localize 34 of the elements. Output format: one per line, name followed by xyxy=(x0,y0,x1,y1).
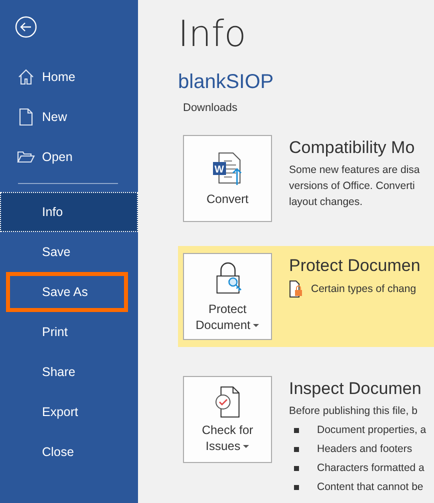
bullet-icon xyxy=(294,428,299,433)
document-icon xyxy=(17,108,35,126)
back-icon[interactable] xyxy=(15,16,37,38)
bullet-icon xyxy=(294,485,299,490)
nav-item[interactable]: Home xyxy=(0,57,138,97)
bullet-text: Document properties, a xyxy=(317,423,426,438)
document-name: blankSIOP xyxy=(178,70,275,94)
section-button[interactable]: Protect Document xyxy=(183,253,272,340)
section-heading: Inspect Documen xyxy=(289,378,422,400)
section-heading: Compatibility Mo xyxy=(289,137,416,159)
nav-item[interactable]: Print xyxy=(0,312,138,352)
bullet-icon xyxy=(294,447,299,452)
section-description: Some new features are disa versions of Office. Converti layout changes. xyxy=(289,163,420,210)
home-icon xyxy=(17,68,35,86)
bullet-text: Headers and footers xyxy=(317,442,412,457)
nav-item[interactable]: Share xyxy=(0,352,138,392)
section-button[interactable]: Check for Issues xyxy=(183,376,272,463)
section-description: Before publishing this file, b xyxy=(289,404,418,419)
page-title: Info xyxy=(178,14,248,56)
bullet-text: Content that cannot be xyxy=(317,480,424,495)
bullet-text: Characters formatted a xyxy=(317,461,424,476)
nav-item[interactable]: Save As xyxy=(6,272,128,312)
section-heading: Protect Documen xyxy=(289,255,420,277)
nav-item[interactable]: Open xyxy=(0,137,138,177)
locked-document-icon xyxy=(289,280,303,298)
bullet-icon xyxy=(294,466,299,471)
nav-item[interactable]: Save xyxy=(0,232,138,272)
file-location[interactable]: Downloads xyxy=(183,102,434,114)
nav-item[interactable]: Info xyxy=(0,192,138,232)
nav-item[interactable]: New xyxy=(0,97,138,137)
nav-item[interactable]: Close xyxy=(0,432,138,472)
section-button[interactable]: W Convert xyxy=(183,135,272,222)
nav-item[interactable]: Export xyxy=(0,392,138,432)
section-description: Certain types of chang xyxy=(311,283,416,295)
